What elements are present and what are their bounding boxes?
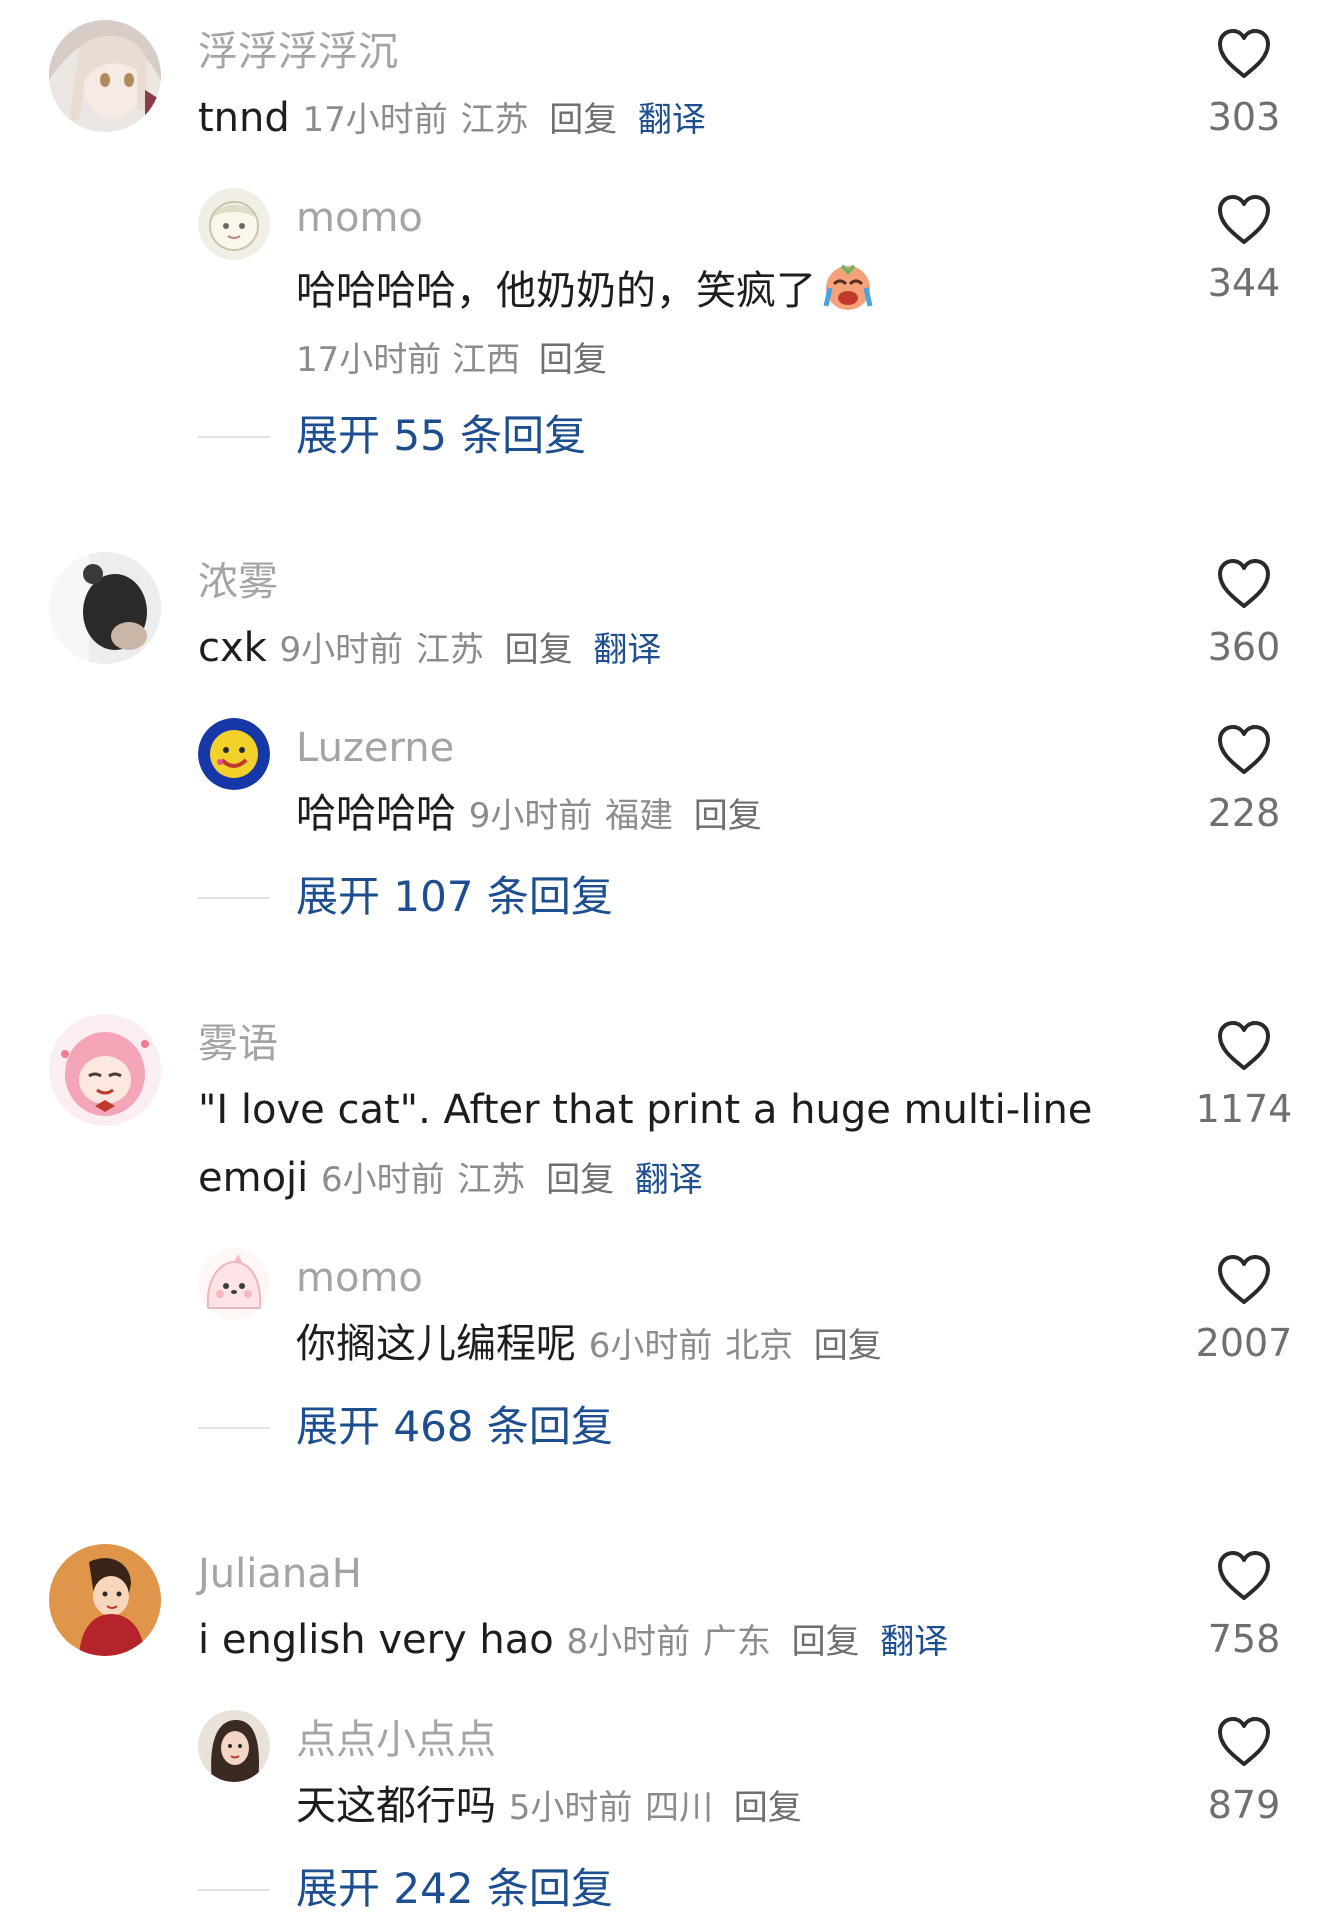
reply-button[interactable]: 回复: [734, 1788, 802, 1828]
expand-replies-button[interactable]: 展开 468 条回复: [296, 1401, 613, 1453]
translate-button[interactable]: 翻译: [635, 1160, 703, 1200]
username[interactable]: momo: [296, 192, 423, 244]
reply-button[interactable]: 回复: [539, 340, 607, 380]
avatar[interactable]: [198, 1710, 270, 1782]
like-count: 360: [1207, 625, 1281, 669]
heart-icon[interactable]: [1216, 1020, 1272, 1072]
reply-text: 你搁这儿编程呢 6小时前 北京 回复: [296, 1321, 882, 1367]
reply-meta: 17小时前 江西 回复: [296, 340, 607, 380]
avatar[interactable]: [198, 1248, 270, 1320]
comment-time: 17小时前: [302, 100, 448, 140]
like-count: 879: [1207, 1783, 1281, 1827]
comment-text-line1: "I love cat". After that print a huge mu…: [198, 1087, 1093, 1133]
comment-text: cxk 9小时前 江苏 回复 翻译: [198, 625, 662, 671]
reply-button[interactable]: 回复: [546, 1160, 614, 1200]
heart-icon[interactable]: [1216, 724, 1272, 776]
heart-icon[interactable]: [1216, 28, 1272, 80]
comment-location: 江苏: [415, 630, 484, 670]
expand-replies-button[interactable]: 展开 242 条回复: [296, 1863, 613, 1915]
username[interactable]: 浓雾: [198, 556, 278, 608]
like-count: 303: [1207, 95, 1281, 139]
divider: [198, 436, 270, 438]
heart-icon[interactable]: [1216, 1254, 1272, 1306]
comment-text: emoji 6小时前 江苏 回复 翻译: [198, 1155, 703, 1201]
comment-time: 9小时前: [279, 630, 404, 670]
smiley-avatar: [198, 718, 270, 790]
username[interactable]: 浮浮浮浮沉: [198, 26, 398, 78]
avatar[interactable]: [49, 1544, 161, 1656]
like-count: 758: [1207, 1617, 1281, 1661]
photo-avatar: [49, 552, 161, 664]
comment-text: tnnd 17小时前 江苏 回复 翻译: [198, 95, 706, 141]
username[interactable]: 雾语: [198, 1018, 278, 1070]
comment-location: 江苏: [457, 1160, 526, 1200]
like-count: 228: [1207, 791, 1281, 835]
reply-text: 哈哈哈哈，他奶奶的，笑疯了: [296, 258, 876, 317]
reply-button[interactable]: 回复: [505, 630, 573, 670]
heart-icon[interactable]: [1216, 1716, 1272, 1768]
cartoon-boy-avatar: [49, 1544, 161, 1656]
like-count: 344: [1207, 261, 1281, 305]
username[interactable]: 点点小点点: [296, 1714, 496, 1766]
reply-button[interactable]: 回复: [694, 796, 762, 836]
divider: [198, 1889, 270, 1891]
like-count: 1174: [1195, 1087, 1293, 1131]
heart-icon[interactable]: [1216, 194, 1272, 246]
avatar[interactable]: [198, 718, 270, 790]
comment-time: 6小时前: [321, 1160, 445, 1200]
heart-icon[interactable]: [1216, 558, 1272, 610]
avatar[interactable]: [49, 1014, 161, 1126]
translate-button[interactable]: 翻译: [638, 100, 706, 140]
reply-button[interactable]: 回复: [814, 1326, 882, 1366]
comment-location: 广东: [702, 1622, 771, 1662]
expand-replies-button[interactable]: 展开 107 条回复: [296, 871, 613, 923]
reply-text: 天这都行吗 5小时前 四川 回复: [296, 1783, 802, 1829]
avatar[interactable]: [49, 20, 161, 132]
translate-button[interactable]: 翻译: [593, 630, 661, 670]
comment-time: 8小时前: [566, 1622, 691, 1662]
username[interactable]: Luzerne: [296, 722, 454, 774]
avatar[interactable]: [198, 188, 270, 260]
anime-girl-avatar: [49, 20, 161, 132]
comment-location: 江苏: [460, 100, 529, 140]
heart-icon[interactable]: [1216, 1550, 1272, 1602]
like-count: 2007: [1195, 1321, 1293, 1365]
username[interactable]: momo: [296, 1252, 423, 1304]
username[interactable]: JulianaH: [198, 1548, 362, 1600]
reply-text: 哈哈哈哈 9小时前 福建 回复: [296, 791, 762, 837]
girl-photo-avatar: [198, 1710, 270, 1782]
cute-blob-avatar: [198, 1248, 270, 1320]
reply-button[interactable]: 回复: [792, 1622, 860, 1662]
pink-anime-avatar: [49, 1014, 161, 1126]
crying-laughing-emoji-icon: [820, 258, 876, 314]
cartoon-avatar: [198, 188, 270, 260]
divider: [198, 1427, 270, 1429]
translate-button[interactable]: 翻译: [880, 1622, 948, 1662]
expand-replies-button[interactable]: 展开 55 条回复: [296, 410, 586, 462]
reply-button[interactable]: 回复: [549, 100, 617, 140]
divider: [198, 897, 270, 899]
comment-text: i english very hao 8小时前 广东 回复 翻译: [198, 1617, 949, 1663]
avatar[interactable]: [49, 552, 161, 664]
